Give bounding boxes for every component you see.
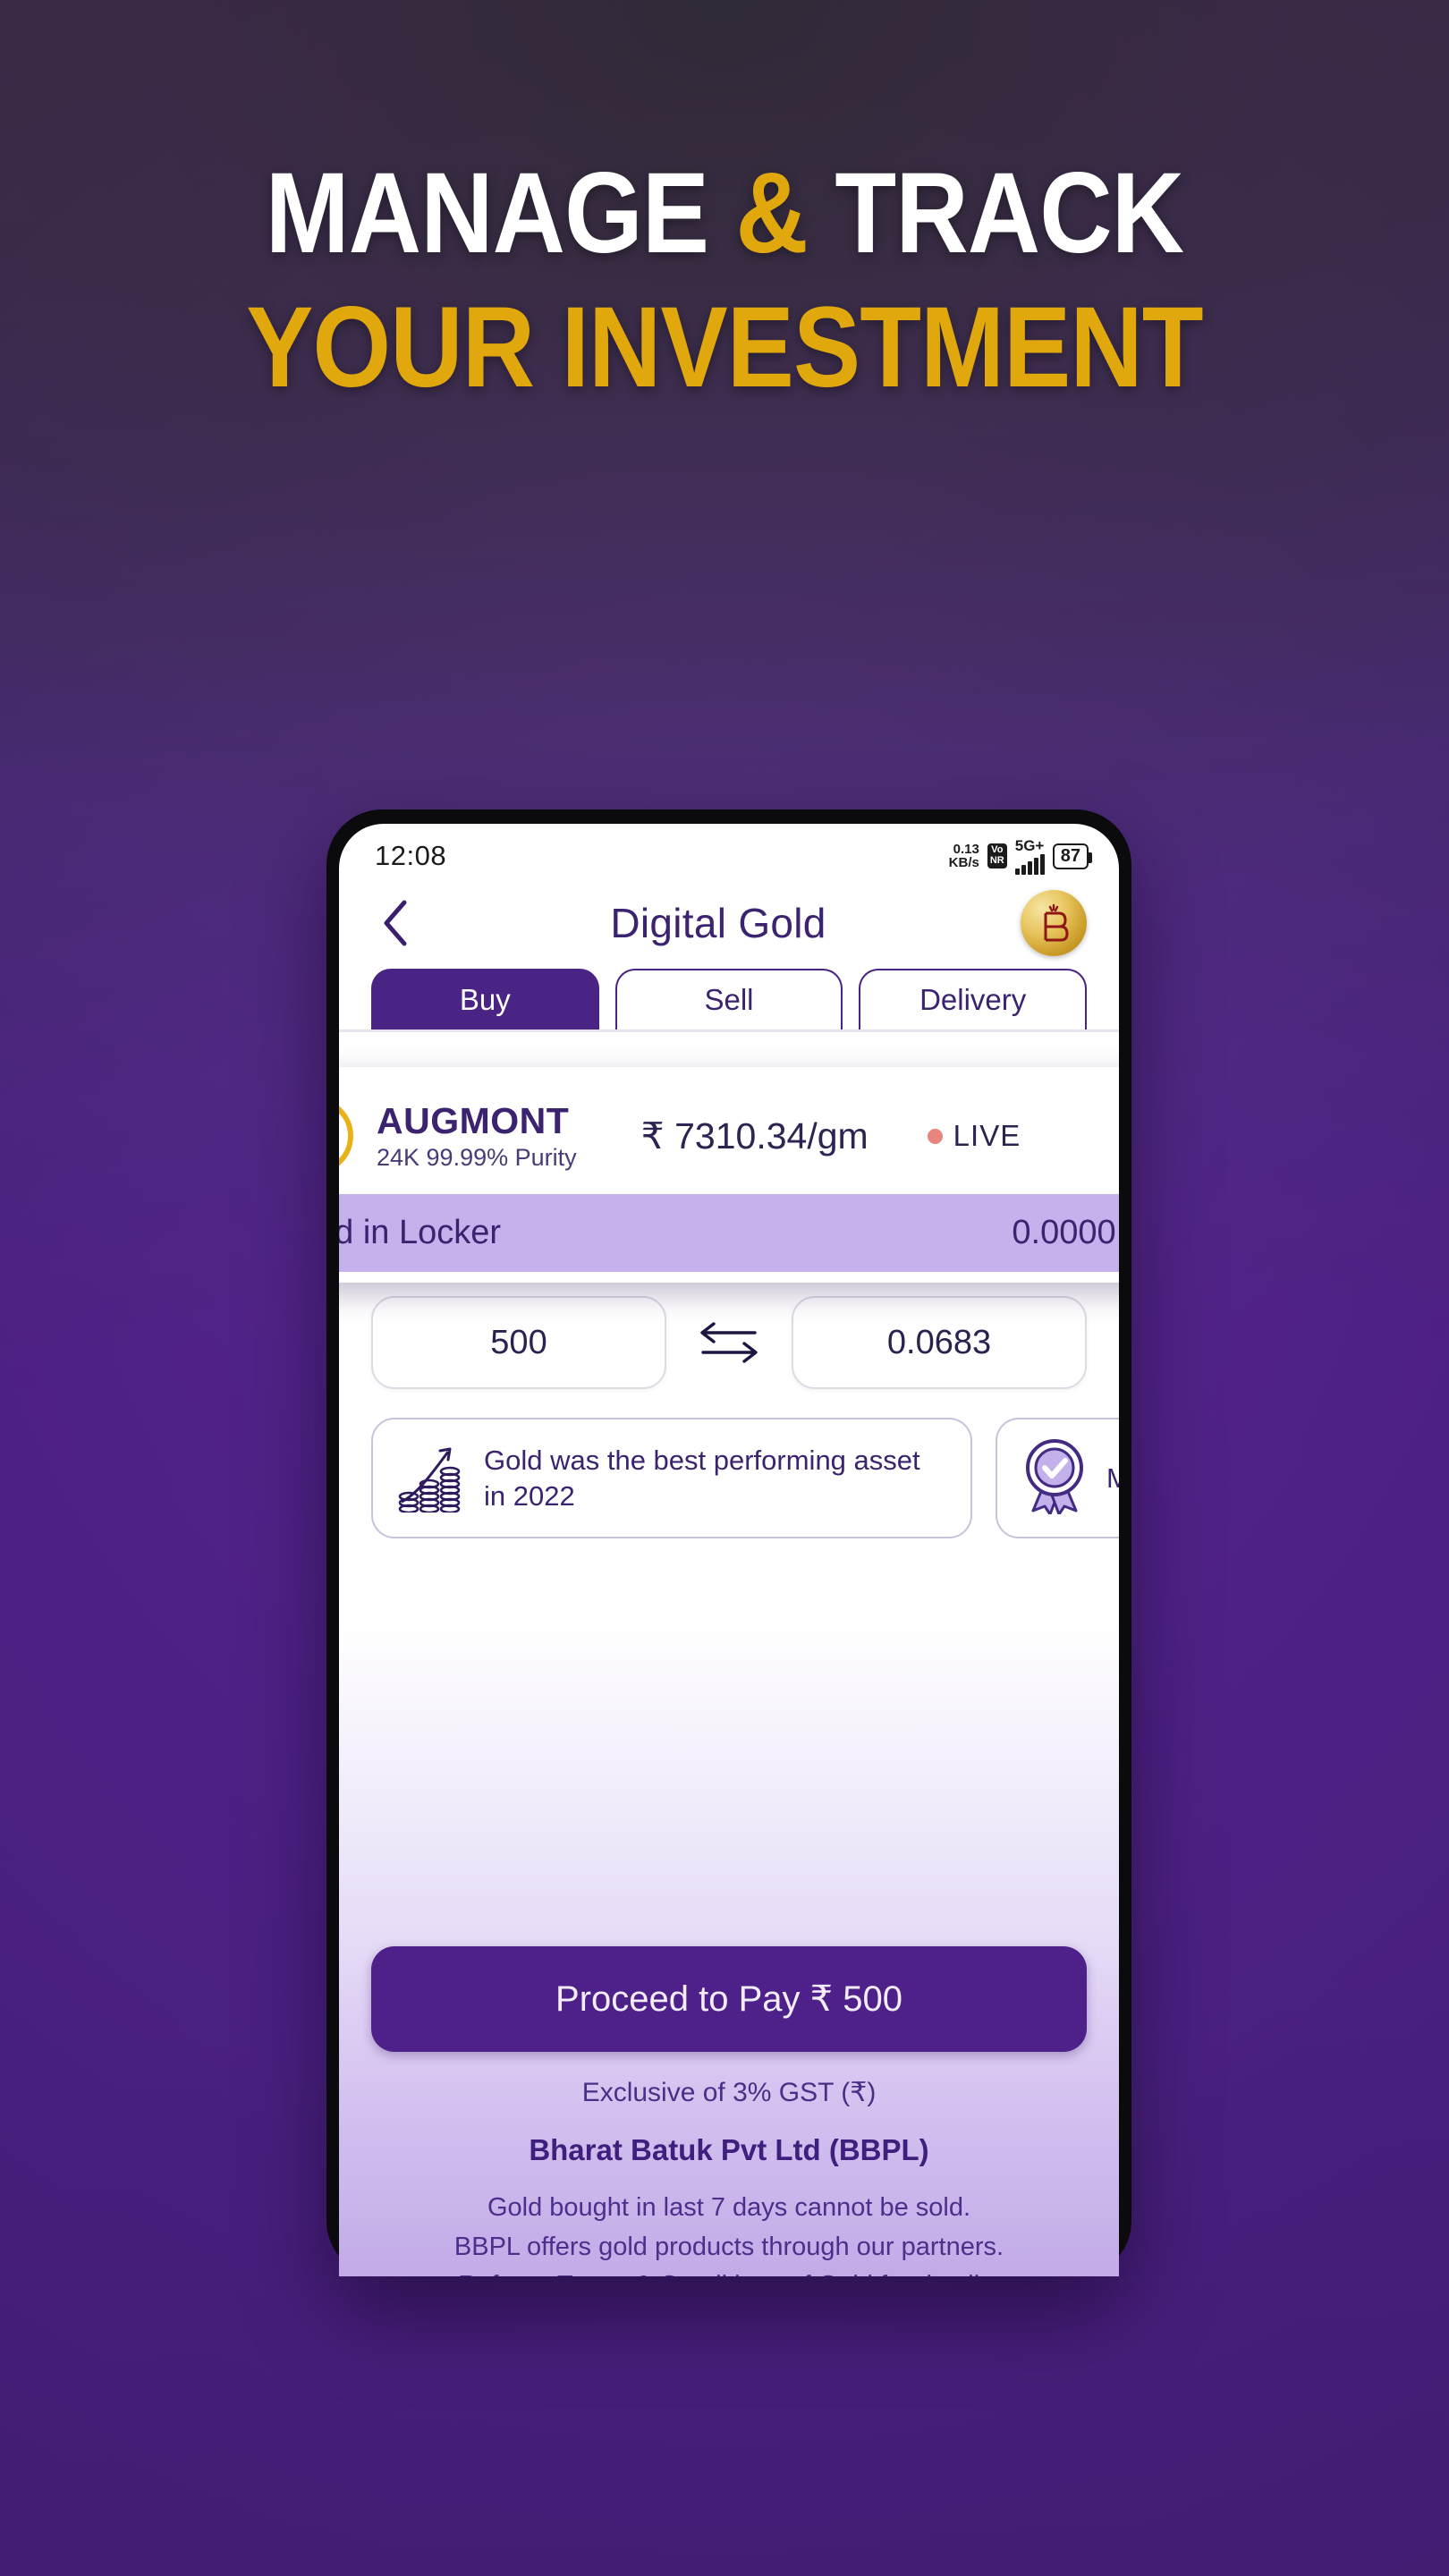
headline-text-manage: MANAGE: [265, 149, 736, 277]
gold-price: ₹ 7310.34/gm: [640, 1115, 869, 1157]
network-speed-indicator: 0.13 KB/s: [949, 843, 979, 869]
brand-logo-icon[interactable]: [1021, 890, 1087, 956]
proceed-to-pay-button[interactable]: Proceed to Pay ₹ 500: [371, 1946, 1087, 2052]
tab-bar: Buy Sell Delivery: [339, 969, 1119, 1030]
disclaimer-line-1: Gold bought in last 7 days cannot be sol…: [487, 2193, 971, 2222]
buy-panel: 500 0.0683 Gold was the best performing …: [339, 1146, 1119, 2276]
tab-sell[interactable]: Sell: [614, 969, 843, 1030]
gold-locker-label: Gold in Locker: [339, 1214, 502, 1251]
gold-rate-row: ₹ AUGMONT 24K 99.99% Purity ₹ 7310.34/gm…: [339, 1078, 1119, 1194]
checkout-section: Proceed to Pay ₹ 500 Exclusive of 3% GST…: [339, 1946, 1119, 2276]
tab-buy[interactable]: Buy: [371, 969, 599, 1030]
headline-text-track: TRACK: [808, 149, 1184, 277]
swap-horizontal-icon[interactable]: [675, 1317, 783, 1368]
network-speed-value: 0.13: [953, 842, 979, 857]
promo-headline: MANAGE & TRACK YOUR INVESTMENT: [0, 157, 1449, 405]
award-ribbon-icon: [1021, 1437, 1089, 1519]
rupee-amount-input[interactable]: 500: [371, 1296, 666, 1389]
status-indicators: 0.13 KB/s Vo NR 5G+ 87: [949, 836, 1093, 875]
info-chip-performance-label: Gold was the best performing asset in 20…: [484, 1444, 920, 1512]
gold-locker-row[interactable]: Gold in Locker 0.0000 gm: [339, 1194, 1119, 1272]
gold-locker-value: 0.0000 gm: [1012, 1214, 1119, 1251]
app-header: Digital Gold: [339, 879, 1119, 969]
headline-ampersand: &: [735, 149, 809, 277]
page-title: Digital Gold: [610, 900, 826, 946]
info-chip-certified-label: M G: [1106, 1462, 1119, 1494]
disclaimer-line-3: Refer to Terms & Conditions of Gold for …: [371, 2267, 1087, 2276]
info-chips-row: Gold was the best performing asset in 20…: [339, 1389, 1119, 1538]
network-type-group: 5G+: [1014, 836, 1045, 875]
live-label: LIVE: [953, 1119, 1021, 1152]
disclaimer-line-2: BBPL offers gold products through our pa…: [453, 2232, 1004, 2261]
gold-rate-card-inner: ₹ AUGMONT 24K 99.99% Purity ₹ 7310.34/gm…: [339, 1078, 1119, 1272]
disclaimer-text: Gold bought in last 7 days cannot be sol…: [371, 2189, 1087, 2276]
live-dot-icon: [927, 1128, 943, 1144]
headline-line-1: MANAGE & TRACK: [87, 157, 1362, 271]
provider-info: AUGMONT 24K 99.99% Purity: [377, 1100, 577, 1172]
provider-purity: 24K 99.99% Purity: [377, 1144, 577, 1171]
network-speed-unit: KB/s: [948, 855, 979, 870]
gst-note: Exclusive of 3% GST (₹): [581, 2078, 877, 2107]
provider-name: AUGMONT: [377, 1100, 570, 1141]
status-clock: 12:08: [375, 840, 447, 871]
phone-mockup: 12:08 0.13 KB/s Vo NR 5G+ 87 Digital Gol…: [326, 809, 1131, 2276]
live-status-badge: LIVE: [927, 1119, 1021, 1153]
gram-amount-input[interactable]: 0.0683: [792, 1296, 1087, 1389]
headline-line-2: YOUR INVESTMENT: [246, 284, 1203, 411]
signal-bars-icon: [1014, 853, 1045, 875]
vonr-badge-icon: Vo NR: [987, 843, 1007, 869]
status-bar: 12:08 0.13 KB/s Vo NR 5G+ 87: [339, 824, 1119, 879]
gold-rate-card: ₹ AUGMONT 24K 99.99% Purity ₹ 7310.34/gm…: [339, 1067, 1119, 1283]
company-name: Bharat Batuk Pvt Ltd (BBPL): [529, 2133, 929, 2166]
info-chip-performance[interactable]: Gold was the best performing asset in 20…: [371, 1418, 972, 1538]
network-type-label: 5G+: [1014, 836, 1045, 854]
phone-screen: 12:08 0.13 KB/s Vo NR 5G+ 87 Digital Gol…: [339, 824, 1119, 2276]
tab-delivery[interactable]: Delivery: [859, 969, 1088, 1030]
battery-icon: 87: [1052, 843, 1093, 869]
info-chip-certified[interactable]: M G: [996, 1418, 1119, 1538]
back-icon[interactable]: [375, 900, 416, 946]
promo-screenshot: MANAGE & TRACK YOUR INVESTMENT 12:08 0.1…: [0, 0, 1449, 2576]
vonr-bottom: NR: [989, 855, 1004, 866]
rupee-coin-icon: ₹: [339, 1097, 353, 1174]
tab-divider: [339, 1030, 1119, 1032]
growth-coins-icon: [396, 1439, 466, 1517]
